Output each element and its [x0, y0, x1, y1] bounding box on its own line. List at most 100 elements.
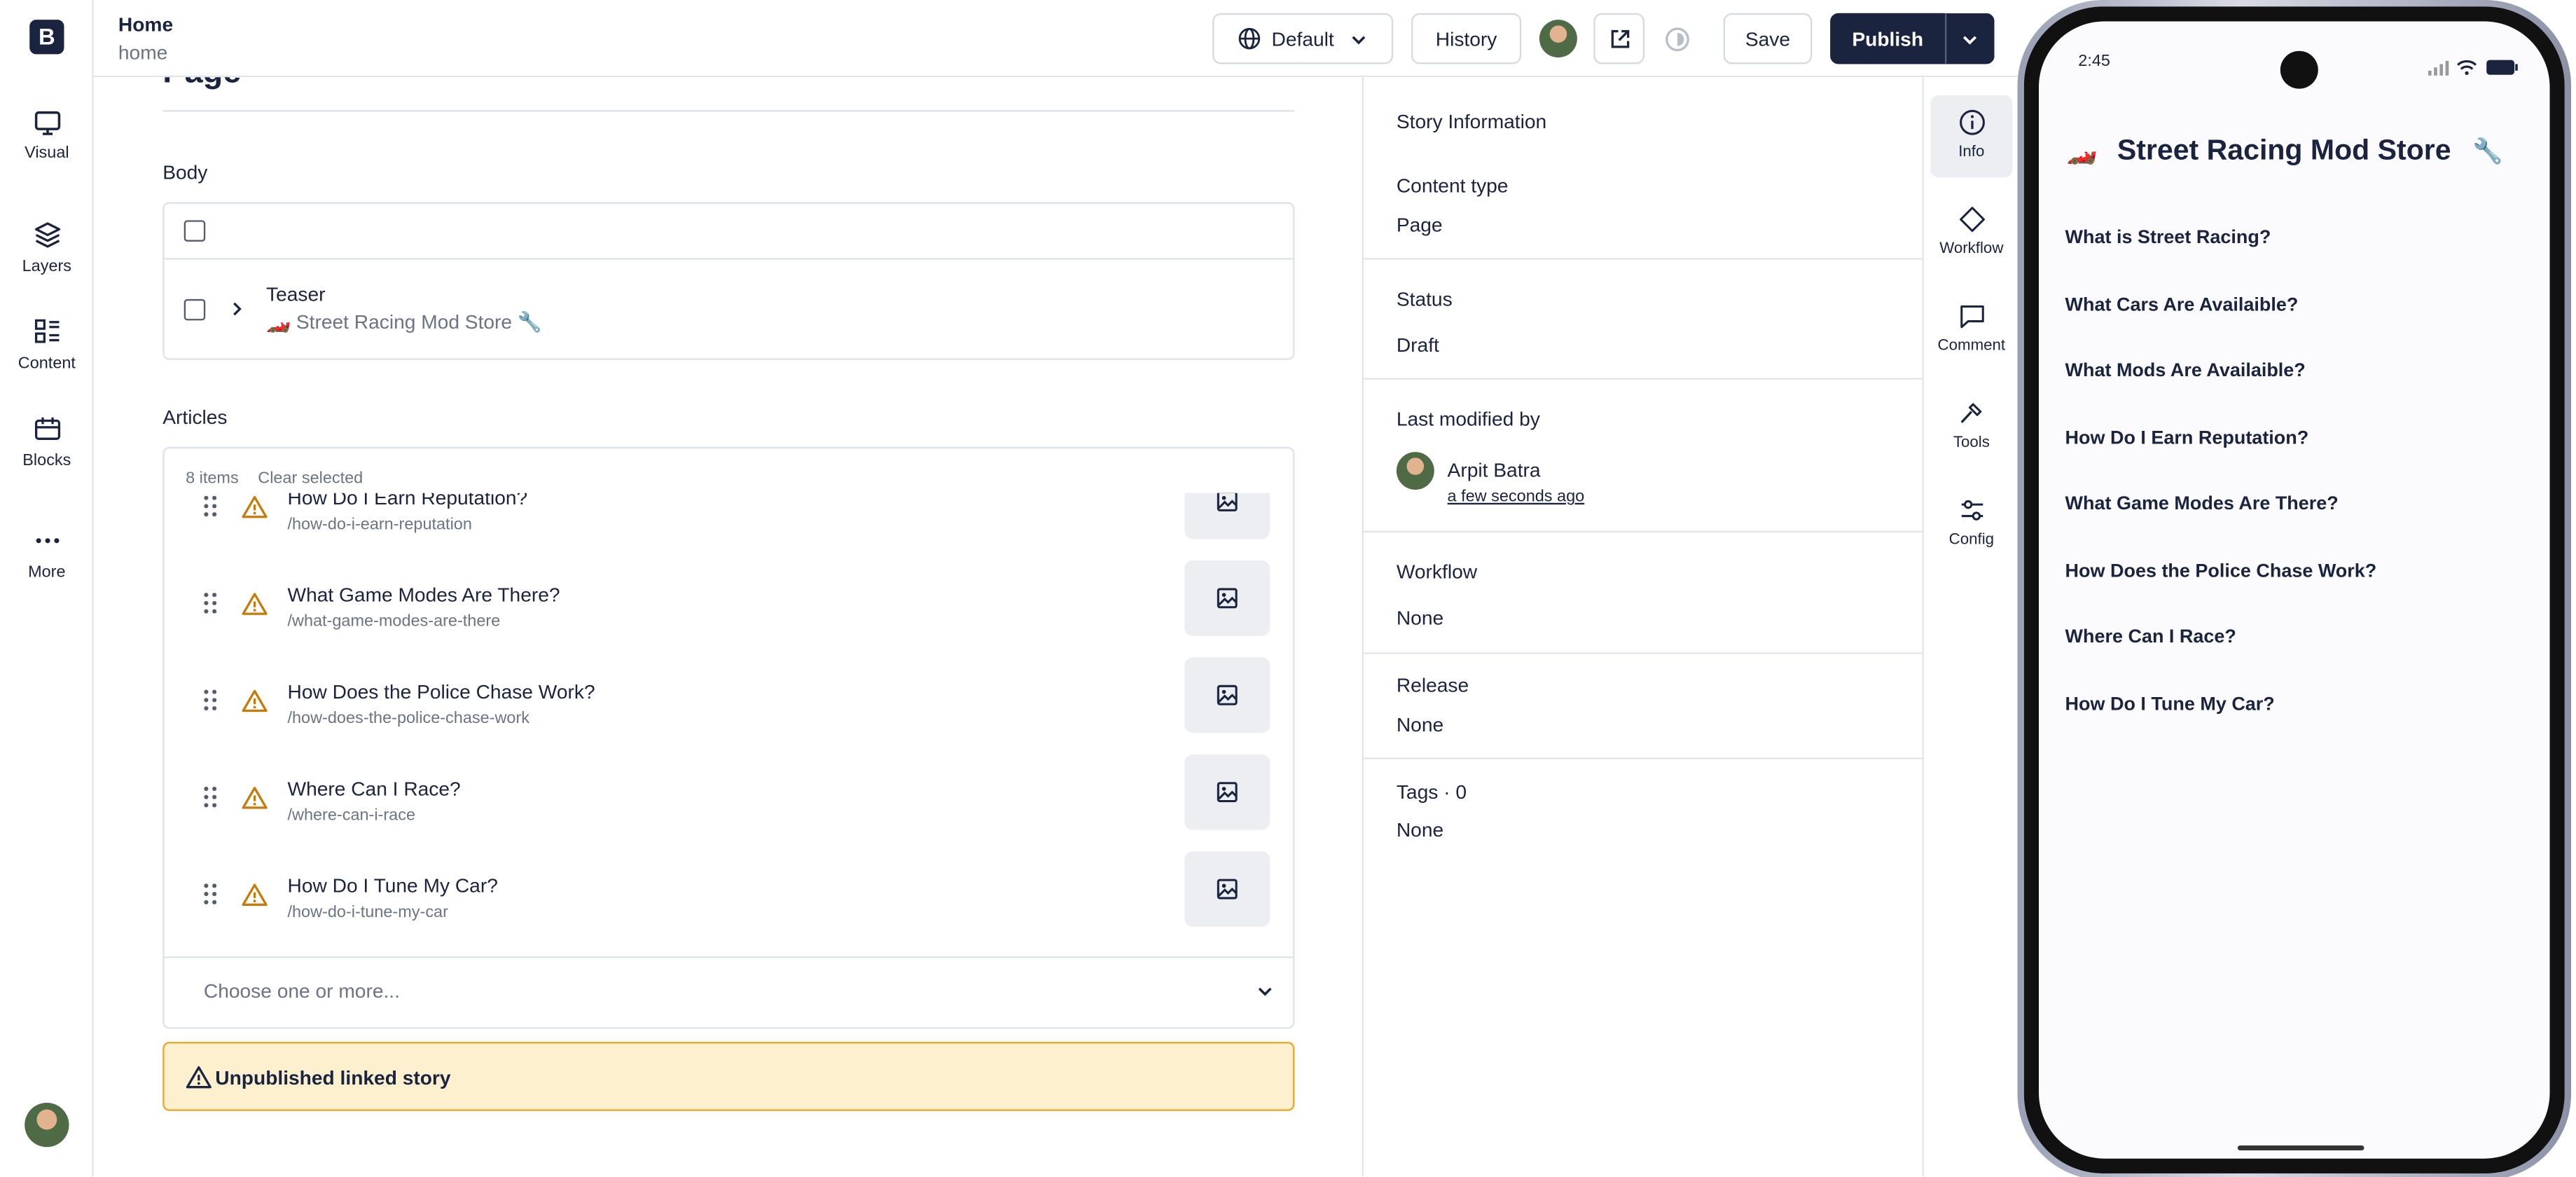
teaser-checkbox[interactable] [183, 298, 206, 321]
user-avatar[interactable] [25, 1102, 69, 1148]
rail-item-blocks[interactable]: Blocks [0, 414, 94, 470]
side-tabs: Info Workflow Comment Tools Config [1922, 77, 2018, 1177]
page-heading: Page [162, 77, 241, 92]
release-label: Release [1396, 673, 1469, 697]
warning-icon [242, 787, 268, 809]
workflow-value[interactable]: None [1397, 607, 1443, 630]
article-image-button[interactable] [1184, 560, 1270, 636]
store-title-row: 🏎️ Street Racing Mod Store 🔧 [2067, 133, 2527, 167]
rail-item-label: Blocks [22, 452, 71, 470]
realtime-toggle[interactable] [1664, 27, 1691, 61]
article-title: What Game Modes Are There? [287, 583, 560, 607]
rail-item-visual[interactable]: Visual [0, 110, 94, 163]
divider [162, 110, 1295, 112]
sliders-icon [1960, 500, 1983, 521]
drag-handle-icon[interactable] [204, 495, 217, 518]
layers-icon [34, 222, 60, 248]
articles-field-label: Articles [162, 406, 228, 429]
top-bar: Home home Default History Save Publish [93, 0, 2018, 78]
article-image-button[interactable] [1184, 493, 1270, 539]
status-value: Draft [1396, 333, 1439, 357]
rail-item-label: Layers [22, 258, 72, 277]
article-title: How Do I Tune My Car? [287, 874, 498, 897]
choose-articles-select[interactable]: Choose one or more... [165, 958, 1293, 1028]
warning-text: Unpublished linked story [215, 1066, 451, 1090]
language-select[interactable]: Default [1212, 13, 1394, 64]
preview-link[interactable]: How Do I Earn Reputation? [2065, 429, 2309, 448]
preview-link[interactable]: What Game Modes Are There? [2065, 495, 2339, 514]
preview-link[interactable]: What is Street Racing? [2065, 228, 2271, 248]
rail-item-layers[interactable]: Layers [0, 220, 94, 276]
panel-title: Story Information [1396, 110, 1547, 134]
drag-handle-icon[interactable] [204, 591, 217, 614]
tab-comment[interactable]: Comment [1930, 289, 2012, 371]
tab-workflow[interactable]: Workflow [1930, 192, 2012, 274]
warning-icon [242, 593, 268, 615]
clear-selected-button[interactable]: Clear selected [258, 470, 363, 488]
history-button[interactable]: History [1411, 13, 1522, 64]
tags-value[interactable]: None [1397, 818, 1443, 841]
publish-options-button[interactable] [1945, 13, 1995, 64]
article-slug: /where-can-i-race [287, 806, 416, 825]
status-label: Status [1396, 287, 1453, 311]
battery-icon [2486, 60, 2518, 75]
wifi-icon [2458, 60, 2478, 75]
modified-time[interactable]: a few seconds ago [1448, 488, 1585, 507]
list-item[interactable]: Where Can I Race? /where-can-i-race [165, 745, 1292, 841]
content-type-label: Content type [1396, 174, 1509, 198]
workflow-label: Workflow [1396, 560, 1478, 584]
chevron-right-icon[interactable] [227, 299, 247, 319]
rail-item-label: More [28, 563, 66, 582]
tab-tools[interactable]: Tools [1930, 386, 2012, 468]
left-rail: B Visual Layers Content Blocks More [0, 0, 94, 1177]
article-image-button[interactable] [1184, 754, 1270, 830]
status-icons [2428, 54, 2519, 83]
open-preview-button[interactable] [1593, 13, 1645, 64]
content-editor: Page Body Teaser 🏎️ Street Racing Mod St… [93, 77, 1362, 1177]
articles-list[interactable]: How Do I Earn Reputation? /how-do-i-earn… [165, 493, 1293, 956]
preview-link[interactable]: What Cars Are Availaible? [2065, 296, 2299, 315]
app-logo[interactable]: B [29, 20, 64, 55]
articles-field: 8 items Clear selected How Do I Earn Rep… [162, 447, 1295, 1029]
phone-screen: 2:45 🏎️ Street Racing Mod Store 🔧 What i… [2039, 21, 2550, 1159]
preview-link[interactable]: How Do I Tune My Car? [2065, 695, 2275, 715]
external-link-icon [1610, 29, 1629, 48]
article-image-button[interactable] [1184, 851, 1270, 927]
tab-info[interactable]: Info [1930, 95, 2013, 178]
modifier-avatar [1396, 452, 1434, 490]
preview-link[interactable]: How Does the Police Chase Work? [2065, 562, 2377, 581]
tab-config[interactable]: Config [1930, 483, 2012, 565]
modifier-name: Arpit Batra [1447, 458, 1541, 482]
list-item[interactable]: How Does the Police Chase Work? /how-doe… [165, 647, 1292, 744]
drag-handle-icon[interactable] [204, 785, 217, 808]
article-slug: /how-does-the-police-chase-work [287, 710, 530, 729]
content-type-value: Page [1396, 213, 1443, 237]
hammer-icon [1960, 403, 1981, 423]
last-modified-label: Last modified by [1396, 407, 1540, 431]
rail-item-content[interactable]: Content [0, 317, 94, 373]
list-item[interactable]: How Do I Earn Reputation? /how-do-i-earn… [165, 493, 1292, 551]
image-icon [1217, 782, 1238, 803]
divider [1363, 652, 1924, 654]
block-preview-text: 🏎️ Street Racing Mod Store 🔧 [266, 310, 542, 334]
preview-link[interactable]: Where Can I Race? [2065, 628, 2236, 647]
list-item[interactable]: What Game Modes Are There? /what-game-mo… [165, 551, 1292, 647]
teaser-block-row[interactable]: Teaser 🏎️ Street Racing Mod Store 🔧 [165, 260, 1293, 359]
save-button[interactable]: Save [1723, 13, 1813, 64]
tab-label: Workflow [1939, 240, 2004, 259]
publish-button[interactable]: Publish [1830, 13, 1946, 64]
divider [1363, 757, 1924, 759]
drag-handle-icon[interactable] [204, 689, 217, 712]
rail-item-more[interactable]: More [0, 526, 94, 582]
preview-link[interactable]: What Mods Are Availaible? [2065, 362, 2306, 381]
status-time: 2:45 [2078, 53, 2110, 71]
article-image-button[interactable] [1184, 657, 1270, 734]
collaborator-avatar [1539, 20, 1577, 58]
image-icon [1217, 493, 1238, 511]
release-value[interactable]: None [1397, 713, 1443, 736]
divider [1363, 258, 1924, 260]
select-all-checkbox[interactable] [183, 220, 206, 242]
drag-handle-icon[interactable] [204, 883, 217, 906]
warning-icon [242, 495, 268, 518]
list-item[interactable]: How Do I Tune My Car? /how-do-i-tune-my-… [165, 841, 1292, 938]
